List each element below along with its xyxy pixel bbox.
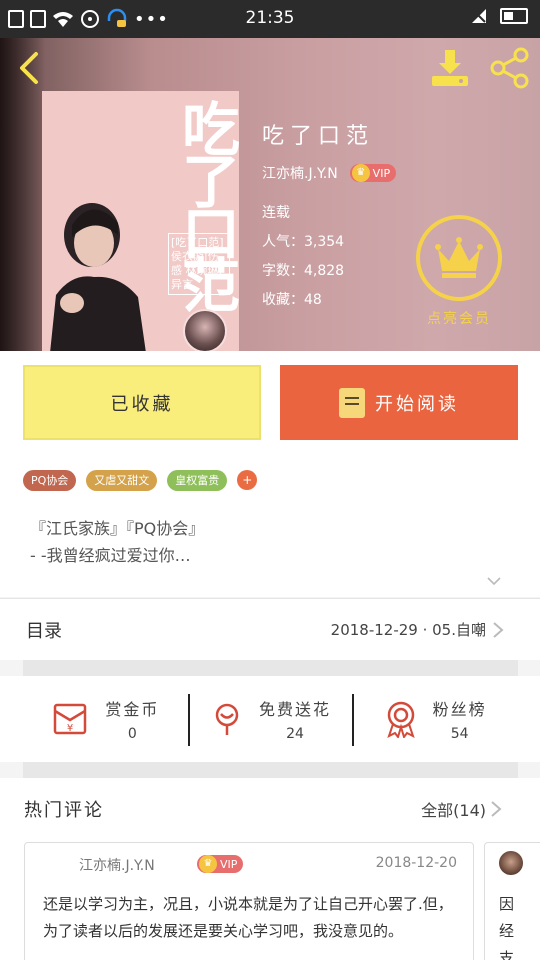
chevron-right-icon <box>491 801 502 817</box>
member-label[interactable]: 点亮会员 <box>408 308 510 328</box>
flower-icon <box>215 703 239 735</box>
latest-chapter: 2018-12-29 · 05.自嘲 <box>330 621 486 639</box>
book-word-count: 字数：4,828 <box>262 263 345 279</box>
chevron-right-icon <box>493 622 504 638</box>
reward-coins-button[interactable]: ¥ 赏金币 0 <box>23 676 188 762</box>
crown-icon: ♛ <box>199 855 217 873</box>
book-popularity: 人气：3,354 <box>262 234 345 250</box>
start-reading-button[interactable]: 开始阅读 <box>280 365 518 440</box>
section-title: 热门评论 <box>24 800 104 821</box>
stats-bar: ¥ 赏金币 0 免费送花 24 粉丝榜 54 <box>0 676 540 762</box>
summary-line: 『江氏家族』『PQ协会』 <box>30 519 205 538</box>
red-envelope-icon: ¥ <box>54 703 87 735</box>
tag[interactable]: 皇权富贵 <box>167 470 228 491</box>
share-button[interactable] <box>488 46 532 90</box>
free-flowers-button[interactable]: 免费送花 24 <box>187 676 353 762</box>
tag-list: PQ协会 又虐又甜文 皇权富贵 + <box>23 470 258 491</box>
book-cover[interactable]: 吃了口范 [吃了口范] 侯衣游|伤感 林琬琳|异言 <box>42 91 239 351</box>
stat-value: 24 <box>286 726 304 742</box>
stat-value: 0 <box>127 726 137 742</box>
tags-summary-section: PQ协会 又虐又甜文 皇权富贵 + 『江氏家族』『PQ协会』 - -我曾经疯过爱… <box>0 461 540 597</box>
vip-badge: ♛ VIP <box>349 164 397 182</box>
book-favorites: 收藏：48 <box>262 292 322 308</box>
comment-card[interactable]: 因经支 <box>484 842 540 960</box>
cover-person-image <box>50 203 146 351</box>
hot-comments-section: 热门评论 全部(14) 江亦楠.J.Y.N ♛ VIP 2018-12-20 还… <box>0 778 540 960</box>
cover-subtitle: [吃了口范] 侯衣游|伤感 林琬琳|异言 <box>168 233 230 295</box>
fan-ranking-button[interactable]: 粉丝榜 54 <box>352 676 517 762</box>
book-status: 连载 <box>262 205 290 221</box>
all-comments-link[interactable]: 全部(14) <box>421 797 486 821</box>
book-summary: 『江氏家族』『PQ协会』 - -我曾经疯过爱过你… <box>30 515 204 569</box>
summary-line: - -我曾经疯过爱过你… <box>30 546 191 565</box>
author-avatar <box>183 309 227 351</box>
vip-label: VIP <box>220 857 238 871</box>
status-right-icons <box>470 7 528 25</box>
member-button[interactable] <box>416 215 502 301</box>
avatar <box>499 851 523 875</box>
stat-value: 54 <box>450 726 469 742</box>
book-title: 吃了口范 <box>262 124 375 149</box>
vip-badge: ♛ VIP <box>197 855 244 873</box>
favorited-button[interactable]: 已收藏 <box>23 365 261 440</box>
stat-name: 赏金币 <box>105 700 160 719</box>
back-button[interactable] <box>12 48 46 88</box>
author-row: 江亦楠.J.Y.N ♛ VIP <box>262 163 397 183</box>
book-header: 吃了口范 [吃了口范] 侯衣游|伤感 林琬琳|异言 吃了口范 江亦楠.J.Y.N… <box>0 38 540 351</box>
comment-user[interactable]: 江亦楠.J.Y.N <box>79 855 155 875</box>
book-info: 连载 人气：3,354 字数：4,828 收藏：48 <box>262 202 344 318</box>
tag[interactable]: 又虐又甜文 <box>86 470 158 491</box>
vip-label: VIP <box>372 166 391 180</box>
download-button[interactable] <box>428 46 472 90</box>
comment-date: 2018-12-20 <box>375 855 457 871</box>
stat-name: 免费送花 <box>259 700 332 719</box>
book-icon <box>339 387 365 418</box>
comment-content: 还是以学习为主，况且，小说本就是为了让自己开心罢了.但，为了读者以后的发展还是要… <box>43 895 453 940</box>
medal-icon <box>386 701 415 738</box>
status-bar: ••• 21:35 <box>0 0 540 38</box>
author-name[interactable]: 江亦楠.J.Y.N <box>262 163 338 183</box>
crown-icon: ♛ <box>351 164 370 182</box>
svg-text:¥: ¥ <box>67 723 73 734</box>
start-reading-label: 开始阅读 <box>375 393 459 415</box>
toc-label: 目录 <box>26 621 62 642</box>
crown-icon <box>435 237 483 278</box>
stat-name: 粉丝榜 <box>432 700 487 719</box>
status-time: 21:35 <box>245 8 295 28</box>
add-tag-button[interactable]: + <box>237 470 258 490</box>
signal-off-icon <box>472 9 486 23</box>
table-of-contents-row[interactable]: 目录 2018-12-29 · 05.自嘲 <box>0 598 540 660</box>
section-divider <box>23 762 518 778</box>
tag[interactable]: PQ协会 <box>23 470 77 491</box>
battery-icon <box>500 8 528 24</box>
comment-card[interactable]: 江亦楠.J.Y.N ♛ VIP 2018-12-20 还是以学习为主，况且，小说… <box>24 842 474 960</box>
section-divider <box>23 660 518 676</box>
comment-content: 因经支 <box>499 895 515 960</box>
chevron-down-icon[interactable] <box>486 573 502 589</box>
action-bar: 已收藏 开始阅读 <box>0 351 540 461</box>
